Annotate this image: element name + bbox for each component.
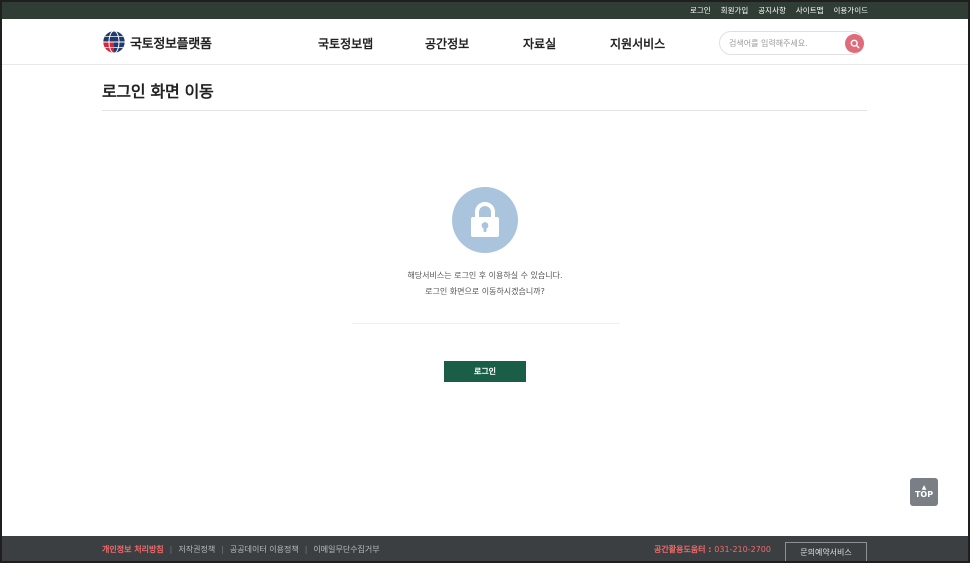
utility-signup-link[interactable]: 회원가입	[721, 5, 749, 16]
site-footer: 개인정보 처리방침 | 저작권정책 | 공공데이터 이용정책 | 이메일무단수집…	[2, 536, 968, 561]
footer-separator: |	[169, 545, 173, 554]
login-button[interactable]: 로그인	[444, 361, 526, 382]
browser-page: 로그인 회원가입 공지사항 사이트맵 이용가이드 국토정보플랫폼 국토정보맵 공…	[2, 2, 968, 561]
utility-notice-link[interactable]: 공지사항	[758, 5, 786, 16]
footer-separator: |	[221, 545, 224, 554]
lock-badge	[452, 187, 518, 253]
utility-sitemap-link[interactable]: 사이트맵	[796, 5, 824, 16]
utility-login-link[interactable]: 로그인	[690, 5, 711, 16]
message-divider	[352, 323, 620, 324]
footer-phone-label: 공간활용도움터 :	[654, 545, 715, 554]
nav-item-spatial-info[interactable]: 공간정보	[425, 35, 469, 52]
search-icon	[850, 39, 860, 49]
nav-item-map[interactable]: 국토정보맵	[318, 35, 373, 52]
footer-link-email-refusal[interactable]: 이메일무단수집거부	[313, 544, 379, 555]
login-confirm-message: 로그인 화면으로 이동하시겠습니까?	[425, 287, 545, 296]
title-divider	[102, 110, 867, 111]
site-header: 국토정보플랫폼 국토정보맵 공간정보 자료실 지원서비스	[2, 19, 968, 65]
footer-link-copyright[interactable]: 저작권정책	[178, 544, 215, 555]
scroll-top-button[interactable]: ▲ TOP	[910, 478, 938, 506]
login-required-message: 해당서비스는 로그인 후 이용하실 수 있습니다.	[407, 271, 563, 280]
nav-item-support[interactable]: 지원서비스	[610, 35, 665, 52]
inquiry-service-button[interactable]: 문의예약서비스	[785, 542, 867, 561]
footer-help-phone: 공간활용도움터 : 031-210-2700	[654, 544, 771, 555]
search-input[interactable]	[729, 36, 839, 51]
footer-link-privacy[interactable]: 개인정보 처리방침	[102, 544, 164, 555]
lock-icon	[471, 202, 499, 237]
search-button[interactable]	[845, 34, 864, 53]
footer-link-public-data[interactable]: 공공데이터 이용정책	[230, 544, 299, 555]
page-title: 로그인 화면 이동	[102, 82, 214, 101]
footer-separator: |	[304, 545, 308, 554]
search-box	[719, 31, 864, 55]
footer-phone-number: 031-210-2700	[714, 545, 771, 554]
utility-guide-link[interactable]: 이용가이드	[834, 5, 869, 16]
utility-bar: 로그인 회원가입 공지사항 사이트맵 이용가이드	[2, 2, 968, 19]
scroll-top-label: TOP	[914, 490, 934, 499]
nav-item-archive[interactable]: 자료실	[523, 35, 556, 52]
footer-links: 개인정보 처리방침 | 저작권정책 | 공공데이터 이용정책 | 이메일무단수집…	[102, 544, 380, 555]
utility-links: 로그인 회원가입 공지사항 사이트맵 이용가이드	[690, 2, 868, 19]
